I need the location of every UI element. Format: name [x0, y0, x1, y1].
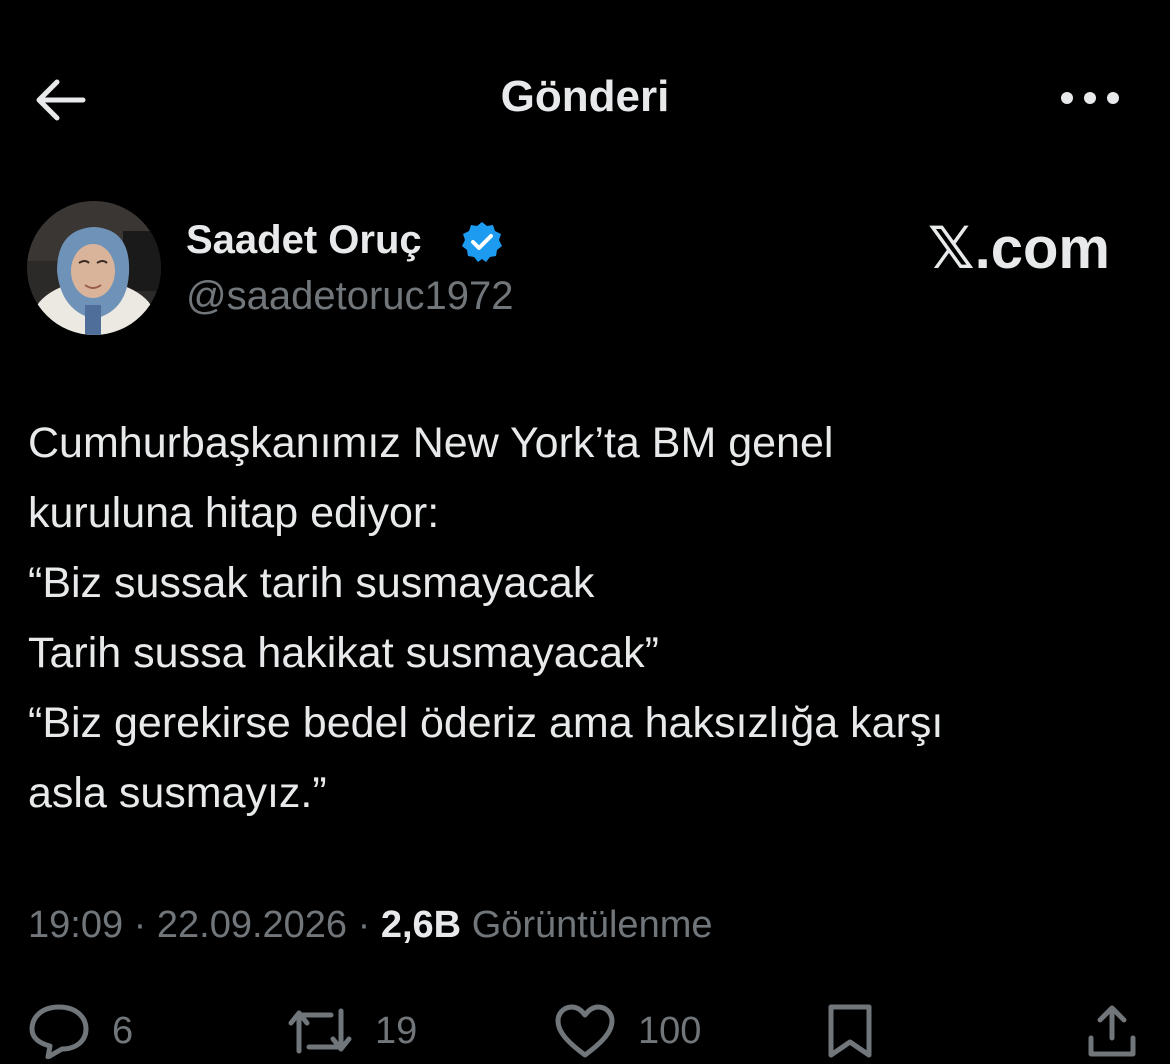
reply-count: 6	[112, 1009, 134, 1052]
action-bar: 6 19 100	[0, 998, 1170, 1064]
author-name[interactable]: Saadet Oruç	[186, 218, 422, 263]
verified-badge-icon	[460, 220, 504, 264]
share-button[interactable]	[1086, 998, 1138, 1064]
tweet-line: asla susmayız.”	[28, 769, 327, 817]
profile-photo	[27, 201, 161, 335]
tweet-line: kuruluna hitap ediyor:	[28, 489, 440, 537]
x-logo-icon: 𝕏	[927, 214, 975, 282]
views-label: Görüntülenme	[471, 904, 713, 946]
x-com-logo: 𝕏 .com	[928, 214, 1110, 282]
reply-icon	[29, 1004, 89, 1059]
tweet-meta: 19:09 · 22.09.2026 · 2,6B Görüntülenme	[28, 904, 713, 947]
repost-button[interactable]: 19	[287, 998, 417, 1064]
view-count: 2,6B	[380, 904, 462, 946]
page-title: Gönderi	[500, 72, 670, 121]
bookmark-icon	[828, 1004, 872, 1058]
brand-domain: .com	[974, 215, 1110, 281]
like-count: 100	[638, 1009, 702, 1052]
tweet-line: “Biz gerekirse bedel öderiz ama haksızlı…	[28, 699, 944, 747]
avatar[interactable]	[27, 201, 161, 335]
tweet-line: Tarih sussa hakikat susmayacak”	[28, 629, 659, 677]
tweet-line: “Biz sussak tarih susmayacak	[28, 559, 595, 607]
more-horizontal-icon	[1061, 92, 1119, 104]
tweet-date[interactable]: 22.09.2026	[157, 904, 347, 946]
more-button[interactable]	[1050, 78, 1130, 118]
tweet-time[interactable]: 19:09	[28, 904, 123, 946]
repost-count: 19	[375, 1009, 418, 1052]
meta-separator: ·	[347, 904, 381, 946]
share-icon	[1088, 1005, 1136, 1057]
repost-icon	[288, 1008, 352, 1054]
heart-icon	[555, 1004, 615, 1058]
like-button[interactable]: 100	[554, 998, 701, 1064]
bookmark-button[interactable]	[826, 998, 874, 1064]
top-bar: Gönderi	[0, 0, 1170, 200]
author-handle[interactable]: @saadetoruc1972	[186, 274, 514, 319]
tweet-text: Cumhurbaşkanımız New York’ta BM genel ku…	[28, 408, 1138, 828]
reply-button[interactable]: 6	[28, 998, 133, 1064]
tweet-line: Cumhurbaşkanımız New York’ta BM genel	[28, 419, 834, 467]
meta-separator: ·	[123, 904, 157, 946]
